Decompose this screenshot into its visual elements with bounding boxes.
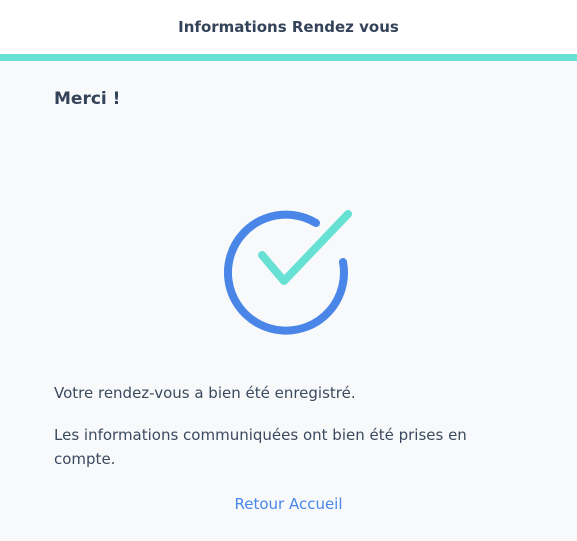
confirmation-panel: Merci ! Votre rendez-vous a bien été enr… — [0, 61, 577, 541]
back-home-link[interactable]: Retour Accueil — [0, 495, 577, 513]
info-message: Les informations communiquées ont bien é… — [54, 426, 467, 468]
accent-divider — [0, 54, 577, 61]
confirmation-title: Merci ! — [54, 89, 121, 109]
header: Informations Rendez vous — [0, 0, 577, 54]
confirmation-message: Votre rendez-vous a bien été enregistré. — [54, 384, 356, 402]
check-circle-icon — [222, 207, 356, 341]
page-title: Informations Rendez vous — [178, 18, 399, 36]
